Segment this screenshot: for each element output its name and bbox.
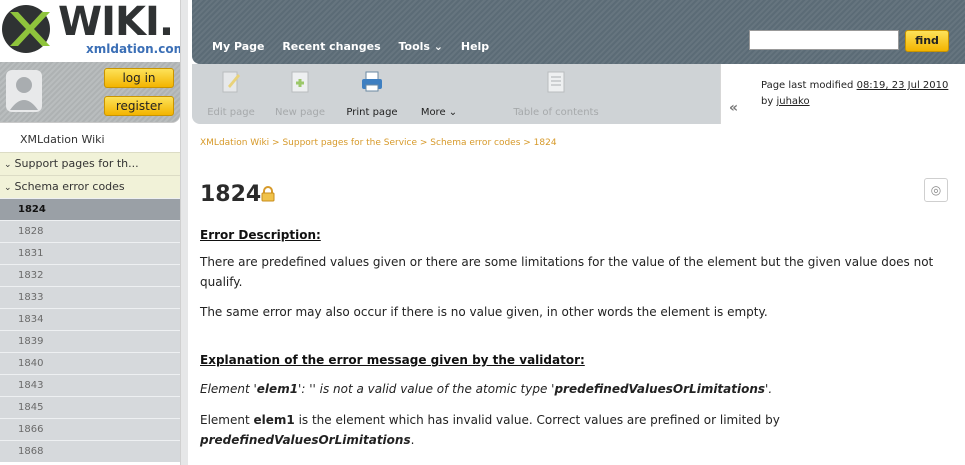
paragraph-empty-value: The same error may also occur if there i… — [200, 305, 768, 319]
lock-icon — [261, 186, 275, 202]
logo-title: WIKI. — [58, 0, 174, 45]
edit-page-label: Edit page — [207, 107, 255, 118]
new-page-button[interactable]: New page — [272, 64, 328, 124]
sidebar-section-support[interactable]: ⌄ Support pages for th... — [0, 152, 180, 175]
rss-icon[interactable]: ◎ — [924, 178, 948, 202]
more-button[interactable]: More ⌄ — [414, 64, 464, 124]
modified-label: Page last modified — [761, 80, 854, 91]
paragraph-element-explanation: Element elem1 is the element which has i… — [200, 410, 955, 450]
sidebar-item-1832[interactable]: 1832 — [0, 264, 180, 286]
sidebar-item-1831[interactable]: 1831 — [0, 242, 180, 264]
sidebar-divider[interactable] — [180, 0, 188, 465]
sidebar-section-label: Schema error codes — [14, 180, 125, 193]
modified-text: Page last modified 08:19, 23 Jul 2010 by… — [761, 78, 948, 110]
page-modified-info: « Page last modified 08:19, 23 Jul 2010 … — [720, 64, 965, 124]
validator-message: Element 'elem1': '' is not a valid value… — [200, 379, 955, 399]
sidebar-item-1840[interactable]: 1840 — [0, 352, 180, 374]
table-of-contents-label: Table of contents — [513, 107, 599, 118]
page-toolbar: Edit page New page Print page More ⌄ Tab… — [192, 64, 720, 124]
nav-recent-changes[interactable]: Recent changes — [282, 40, 380, 53]
user-avatar-icon — [6, 70, 42, 112]
sidebar-section-schema[interactable]: ⌄ Schema error codes — [0, 175, 180, 198]
nav-help[interactable]: Help — [461, 40, 489, 53]
page-title: 1824 — [200, 182, 262, 207]
logo-x-icon — [2, 5, 50, 53]
sidebar-item-1833[interactable]: 1833 — [0, 286, 180, 308]
author-link[interactable]: juhako — [776, 96, 809, 107]
sidebar-item-1834[interactable]: 1834 — [0, 308, 180, 330]
printer-icon — [362, 71, 382, 92]
sidebar: WIKI. xmldation.com log in register XMLd… — [0, 0, 186, 465]
register-button[interactable]: register — [104, 96, 174, 116]
sidebar-item-1843[interactable]: 1843 — [0, 374, 180, 396]
print-page-button[interactable]: Print page — [342, 64, 402, 124]
collapse-chevron-icon[interactable]: « — [729, 100, 738, 116]
sidebar-item-1845[interactable]: 1845 — [0, 396, 180, 418]
sidebar-item-1839[interactable]: 1839 — [0, 330, 180, 352]
sidebar-section-label: Support pages for th... — [14, 157, 139, 170]
sidebar-item-1824[interactable]: 1824 — [0, 198, 180, 220]
sidebar-nav: XMLdation Wiki ⌄ Support pages for th... … — [0, 128, 180, 462]
new-page-icon — [291, 71, 309, 93]
login-button[interactable]: log in — [104, 68, 174, 88]
section-title-error-description: Error Description: — [200, 228, 321, 242]
para-type: predefinedValuesOrLimitations — [200, 433, 411, 447]
message-text: '. — [765, 382, 773, 396]
pencil-icon — [222, 71, 240, 93]
paragraph-description: There are predefined values given or the… — [200, 255, 934, 289]
message-text: Element ' — [200, 382, 257, 396]
para-element: elem1 — [253, 413, 295, 427]
find-button[interactable]: find — [905, 30, 949, 52]
sidebar-item-1866[interactable]: 1866 — [0, 418, 180, 440]
logo[interactable]: WIKI. xmldation.com — [0, 0, 186, 62]
chevron-down-icon: ⌄ — [4, 183, 12, 193]
para-text: is the element which has invalid value. … — [294, 413, 780, 427]
nav-tools[interactable]: Tools ⌄ — [399, 40, 444, 53]
message-text: ': '' is not a valid value of the atomic… — [298, 382, 555, 396]
logo-subtitle: xmldation.com — [86, 42, 187, 56]
more-label: More ⌄ — [420, 107, 458, 118]
top-navigation: My Page Recent changes Tools ⌄ Help find — [192, 0, 965, 64]
sidebar-item-1868[interactable]: 1868 — [0, 440, 180, 462]
user-panel: log in register — [0, 62, 180, 123]
new-page-label: New page — [275, 107, 325, 118]
breadcrumb[interactable]: XMLdation Wiki > Support pages for the S… — [200, 138, 557, 148]
message-type: predefinedValuesOrLimitations — [554, 382, 766, 396]
table-of-contents-button[interactable]: Table of contents — [508, 64, 604, 124]
nav-my-page[interactable]: My Page — [212, 40, 264, 53]
edit-page-button[interactable]: Edit page — [206, 64, 256, 124]
modified-by-label: by — [761, 96, 774, 107]
para-text: Element — [200, 413, 254, 427]
section-title-explanation: Explanation of the error message given b… — [200, 353, 585, 367]
modified-date-link[interactable]: 08:19, 23 Jul 2010 — [857, 80, 949, 91]
main-menu: My Page Recent changes Tools ⌄ Help — [212, 40, 503, 53]
search-input[interactable] — [749, 30, 899, 50]
chevron-down-icon: ⌄ — [4, 160, 12, 170]
print-page-label: Print page — [346, 107, 398, 118]
message-element: elem1 — [256, 382, 299, 396]
para-text: . — [410, 433, 415, 447]
sidebar-item-1828[interactable]: 1828 — [0, 220, 180, 242]
list-icon — [547, 71, 565, 93]
sidebar-root-link[interactable]: XMLdation Wiki — [0, 128, 180, 152]
